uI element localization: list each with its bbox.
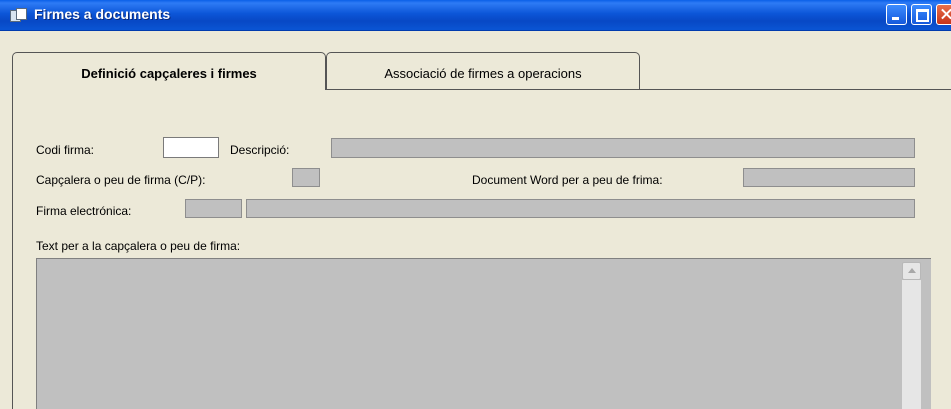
vertical-scrollbar[interactable]: [902, 280, 921, 409]
tab-definicio-label: Definició capçaleres i firmes: [81, 66, 257, 81]
codi-firma-input[interactable]: [163, 137, 219, 158]
descripcio-label: Descripció:: [230, 143, 290, 157]
minimize-button[interactable]: [886, 4, 907, 25]
capcalera-label: Capçalera o peu de firma (C/P):: [36, 173, 206, 187]
codi-firma-label: Codi firma:: [36, 143, 95, 157]
firma-electronica-label: Firma electrónica:: [36, 204, 132, 218]
scroll-up-icon[interactable]: [902, 262, 921, 280]
capcalera-input[interactable]: [292, 168, 320, 187]
title-bar[interactable]: Firmes a documents: [0, 0, 951, 31]
tab-definicio[interactable]: Definició capçaleres i firmes: [12, 52, 326, 90]
firma-electronica-code-input[interactable]: [185, 199, 242, 218]
document-word-input[interactable]: [743, 168, 915, 187]
document-word-label: Document Word per a peu de frima:: [472, 173, 663, 187]
panel-border: [12, 89, 13, 409]
maximize-button[interactable]: [911, 4, 932, 25]
app-icon: [10, 8, 27, 22]
window-title: Firmes a documents: [34, 6, 171, 22]
text-label: Text per a la capçalera o peu de firma:: [36, 239, 241, 253]
close-button[interactable]: [936, 4, 951, 25]
tab-associacio[interactable]: Associació de firmes a operacions: [326, 52, 640, 89]
tab-associacio-label: Associació de firmes a operacions: [384, 66, 582, 81]
descripcio-input[interactable]: [331, 138, 915, 158]
firma-electronica-desc-input[interactable]: [246, 199, 915, 218]
text-area[interactable]: [36, 258, 931, 409]
